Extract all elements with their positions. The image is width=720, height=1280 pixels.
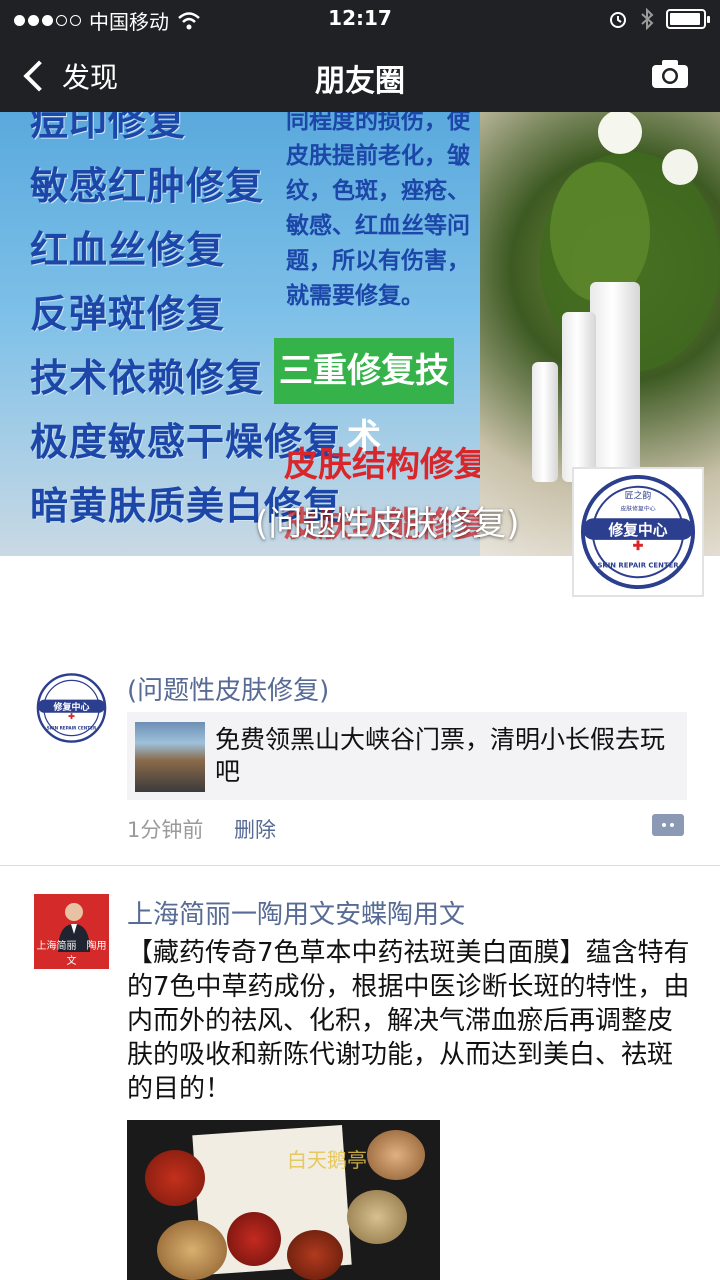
cover-para-line: 敏感、红血丝等问 — [286, 213, 470, 239]
post-author[interactable]: 上海简丽一陶用文安蝶陶用文 — [127, 894, 465, 931]
shared-link-card[interactable]: 免费领黑山大峡谷门票，清明小长假去玩吧 — [127, 712, 687, 800]
svg-text:SKIN REPAIR CENTER: SKIN REPAIR CENTER — [47, 726, 97, 731]
svg-text:修复中心: 修复中心 — [608, 521, 668, 539]
svg-text:皮肤修复中心: 皮肤修复中心 — [620, 504, 655, 512]
cover-para-line: 皮肤提前老化，皱 — [286, 143, 470, 169]
status-right — [608, 8, 710, 30]
comment-menu-icon[interactable] — [652, 814, 684, 836]
profile-avatar[interactable]: 匠之韵 皮肤修复中心 修复中心 SKIN REPAIR CENTER — [572, 467, 704, 597]
battery-icon — [666, 9, 710, 29]
post-avatar[interactable]: 修复中心 SKIN REPAIR CENTER — [34, 672, 109, 744]
cover-para-line: 纹，色斑，痤疮、 — [286, 178, 470, 204]
link-thumbnail — [135, 722, 205, 792]
post-image[interactable]: 白天鹅亭 — [127, 1120, 440, 1280]
camera-icon[interactable] — [650, 58, 690, 90]
status-bar: 中国移动 12:17 — [0, 0, 720, 40]
post-time: 1分钟前 — [127, 818, 204, 842]
svg-text:修复中心: 修复中心 — [52, 701, 89, 713]
svg-text:SKIN REPAIR CENTER: SKIN REPAIR CENTER — [597, 561, 679, 569]
cover-paragraph: 同程度的损伤，使 皮肤提前老化，皱 纹，色斑，痤疮、 敏感、红血丝等问 题，所以… — [286, 112, 476, 314]
image-watermark: 白天鹅亭 — [287, 1148, 367, 1172]
alarm-icon — [610, 12, 626, 28]
cover-para-line: 题，所以有伤害， — [286, 248, 470, 274]
post-text: 【藏药传奇7色草本中药祛斑美白面膜】蕴含特有的7色中草药成份，根据中医诊断长斑的… — [127, 938, 690, 1104]
avatar-caption: 上海简丽 陶用文 — [36, 941, 107, 967]
page-title: 朋友圈 — [315, 64, 405, 99]
moment-post: 上海简丽 陶用文 上海简丽一陶用文安蝶陶用文 【藏药传奇7色草本中药祛斑美白面膜… — [0, 866, 720, 1280]
cover-red-line: 皮肤结构修复 — [284, 445, 488, 485]
cover-para-line: 就需要修复。 — [286, 283, 424, 309]
svg-text:匠之韵: 匠之韵 — [625, 490, 652, 502]
post-author[interactable]: (问题性皮肤修复) — [127, 670, 329, 707]
cover-green-banner: 三重修复技术 — [274, 338, 454, 457]
nav-bar: 发现 朋友圈 — [0, 40, 720, 112]
link-title: 免费领黑山大峡谷门票，清明小长假去玩吧 — [215, 725, 666, 786]
delete-button[interactable]: 删除 — [234, 814, 276, 844]
cover-para-line: 同程度的损伤，使 — [286, 112, 470, 134]
bluetooth-icon — [641, 8, 654, 30]
skin-repair-logo: 匠之韵 皮肤修复中心 修复中心 SKIN REPAIR CENTER — [580, 474, 696, 590]
cover-profile-name: (问题性皮肤修复) — [255, 504, 520, 544]
moment-post: 修复中心 SKIN REPAIR CENTER (问题性皮肤修复) 免费领黑山大… — [0, 660, 720, 866]
skin-repair-logo: 修复中心 SKIN REPAIR CENTER — [36, 673, 107, 743]
post-avatar[interactable]: 上海简丽 陶用文 — [34, 894, 109, 969]
